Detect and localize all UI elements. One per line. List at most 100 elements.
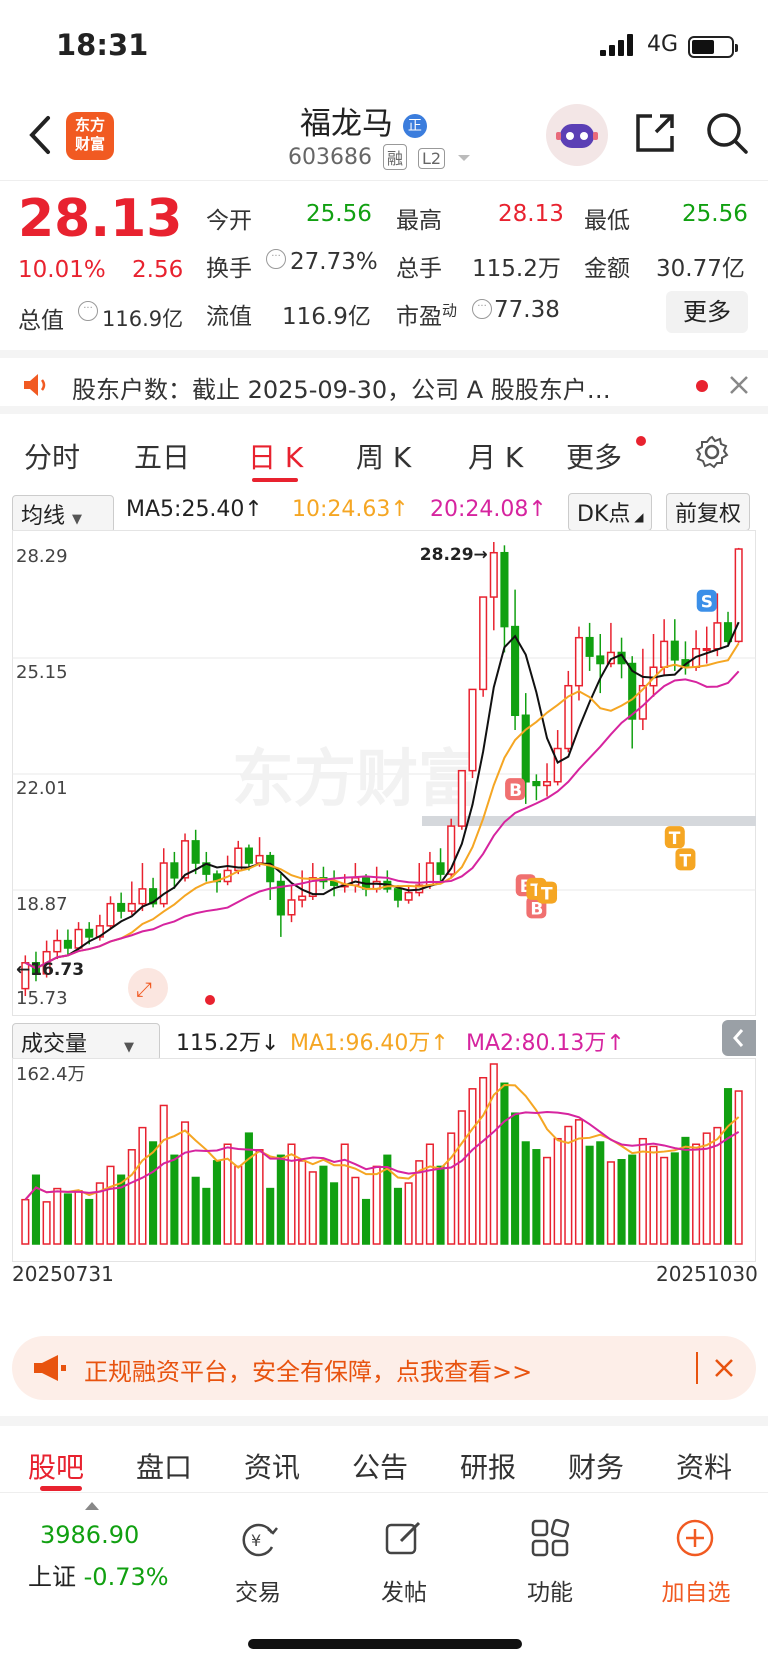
collapse-panel-button[interactable] (722, 1020, 756, 1056)
tab-intraday[interactable]: 分时 (24, 436, 80, 476)
volume-bar (564, 1125, 573, 1245)
amount-value: 30.77亿 (656, 256, 745, 282)
volume-chart[interactable]: 162.4万 (12, 1058, 756, 1262)
volume-bar (617, 1159, 626, 1245)
candle-body (255, 854, 264, 864)
settings-gear-icon[interactable] (694, 434, 730, 470)
nav-trade[interactable]: 交易 (232, 1573, 284, 1607)
candle-body (436, 862, 445, 875)
volume-bar (596, 1141, 605, 1245)
candle-body (479, 596, 488, 691)
nav-add-watchlist[interactable]: 加自选 (656, 1573, 736, 1607)
tab-announcements[interactable]: 公告 (352, 1446, 408, 1486)
candle-body (191, 840, 200, 864)
high-value: 28.13 (498, 201, 564, 227)
ma10-value: 10:24.63↑ (292, 497, 409, 522)
volume-bar (74, 1190, 83, 1245)
nav-functions[interactable]: 功能 (524, 1573, 576, 1607)
promo-banner[interactable]: 正规融资平台，安全有保障，点我查看>> (12, 1336, 756, 1400)
volume-bar (553, 1137, 562, 1245)
candle-body (244, 847, 253, 864)
volume-bar (85, 1198, 94, 1245)
candle-body (298, 895, 307, 901)
tab-profile[interactable]: 资料 (676, 1446, 732, 1486)
compose-icon (385, 1521, 421, 1555)
volume-value: 115.2万 (472, 256, 561, 282)
info-icon[interactable]: ··· (78, 301, 98, 321)
volume-bar (308, 1171, 317, 1245)
candle-body (74, 928, 83, 949)
caret-up-icon (85, 1502, 99, 1510)
close-icon[interactable] (728, 374, 750, 396)
stock-code[interactable]: 603686 融 L2 (288, 144, 472, 170)
candlestick-chart[interactable]: 28.29 25.15 22.01 18.87 15.73 东方财富 28.29→ ←16.7… (12, 530, 756, 1016)
assistant-avatar[interactable] (546, 104, 608, 166)
open-label: 今开 (206, 208, 252, 234)
volume-bar (191, 1176, 200, 1245)
info-icon[interactable]: ··· (266, 249, 286, 269)
volume-bar (287, 1143, 296, 1245)
candle-body (63, 939, 72, 949)
expand-icon: ⤢ (136, 977, 152, 1001)
ma-legend-row: 均线 ▼ MA5:25.40↑ 10:24.63↑ 20:24.08↑ DK点 … (0, 490, 768, 533)
volume-selector[interactable]: 成交量 ▼ (12, 1023, 160, 1061)
add-circle-icon (676, 1519, 714, 1557)
tab-more[interactable]: 更多 (566, 436, 622, 476)
volume-bar (31, 1174, 41, 1245)
candle-body (489, 551, 498, 598)
volume-bar (372, 1165, 381, 1245)
volume-label: 总手 (396, 256, 442, 282)
nav-post[interactable]: 发帖 (378, 1573, 430, 1607)
volume-bar (127, 1149, 136, 1245)
volume-bar (532, 1149, 541, 1245)
volume-bar (542, 1156, 552, 1245)
tab-monthly-k[interactable]: 月 K (468, 436, 523, 476)
ma-selector[interactable]: 均线 ▼ (12, 495, 114, 533)
share-icon[interactable] (632, 110, 678, 156)
unread-dot (696, 380, 708, 392)
low-value: 25.56 (682, 201, 748, 227)
tab-research[interactable]: 研报 (460, 1446, 516, 1486)
volume-bar (628, 1154, 637, 1245)
volume-bar (138, 1126, 147, 1245)
low-marker: ←16.73 (16, 960, 84, 980)
volume-bar (734, 1090, 743, 1245)
search-icon[interactable] (704, 110, 750, 156)
signal-icon (600, 34, 640, 56)
candle-body (542, 781, 552, 787)
tab-finance[interactable]: 财务 (568, 1446, 624, 1486)
volume-bar (21, 1198, 30, 1245)
candle-body (127, 902, 136, 912)
high-marker: 28.29→ (420, 545, 488, 565)
tab-guba[interactable]: 股吧 (28, 1446, 84, 1486)
info-icon[interactable]: ··· (472, 299, 492, 319)
more-button[interactable]: 更多 (666, 291, 748, 333)
tab-news[interactable]: 资讯 (244, 1446, 300, 1486)
candle-body (180, 840, 190, 879)
tab-daily-k[interactable]: 日 K (248, 436, 303, 476)
candle-body (500, 551, 509, 628)
dk-point-button[interactable]: DK点 ◢ (568, 493, 653, 531)
volume-bar (298, 1160, 307, 1245)
volume-bar (255, 1149, 264, 1245)
turnover-label: 换手 (206, 256, 252, 282)
tab-5day[interactable]: 五日 (134, 436, 190, 476)
close-icon[interactable] (712, 1356, 736, 1380)
change-value: 2.56 (132, 257, 184, 283)
volume-bar (202, 1187, 211, 1245)
high-label: 最高 (396, 208, 442, 234)
tab-more-dot (636, 436, 646, 446)
tab-pankou[interactable]: 盘口 (136, 1446, 192, 1486)
index-summary[interactable]: 上证 -0.73% (28, 1557, 169, 1592)
tab-weekly-k[interactable]: 周 K (356, 436, 411, 476)
battery-icon (688, 36, 738, 58)
watermark: 东方财富 (232, 742, 480, 815)
volume-bar (500, 1082, 509, 1245)
y-tick-label: 22.01 (16, 778, 68, 799)
back-icon[interactable] (26, 114, 52, 156)
adjust-button[interactable]: 前复权 (666, 493, 751, 531)
grid-icon (531, 1518, 570, 1557)
notice-bar[interactable]: 股东户数：截止 2025-09-30，公司 A 股股东户… (0, 350, 768, 414)
volume-bar (361, 1198, 371, 1245)
ma20-value: 20:24.08↑ (430, 497, 547, 522)
